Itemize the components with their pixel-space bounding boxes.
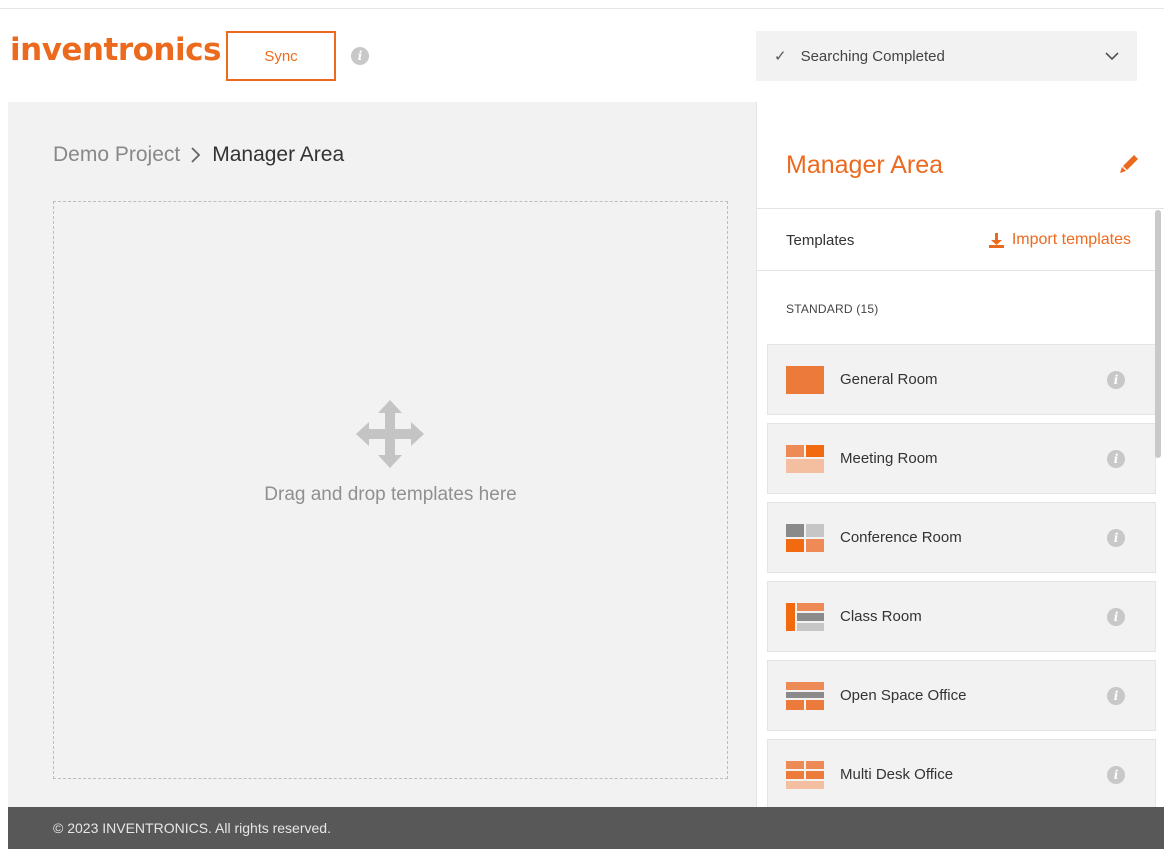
meeting-room-icon	[786, 445, 824, 473]
info-icon[interactable]: i	[1107, 450, 1125, 468]
template-label: Conference Room	[840, 529, 962, 546]
info-icon[interactable]: i	[1107, 766, 1125, 784]
template-label: Open Space Office	[840, 687, 967, 704]
template-item-class-room[interactable]: Class Room i	[767, 581, 1156, 652]
info-icon[interactable]: i	[351, 47, 369, 65]
template-item-conference-room[interactable]: Conference Room i	[767, 502, 1156, 573]
template-dropzone[interactable]: Drag and drop templates here	[53, 201, 728, 779]
standard-section-label: STANDARD (15)	[786, 302, 879, 316]
panel-title: Manager Area	[786, 151, 944, 179]
copyright-text: © 2023 INVENTRONICS. All rights reserved…	[53, 820, 331, 836]
left-edge	[0, 102, 8, 807]
download-icon	[988, 232, 1004, 248]
divider	[757, 208, 1164, 209]
inventronics-logo[interactable]: inventronics	[10, 32, 221, 68]
general-room-icon	[786, 366, 824, 394]
top-edge	[0, 0, 1164, 9]
template-item-general-room[interactable]: General Room i	[767, 344, 1156, 415]
template-label: Multi Desk Office	[840, 766, 954, 783]
info-icon[interactable]: i	[1107, 608, 1125, 626]
templates-label: Templates	[786, 232, 855, 249]
templates-panel: Manager Area Templates Import templates …	[756, 102, 1164, 807]
search-status-dropdown[interactable]: ✓ Searching Completed	[756, 31, 1137, 81]
import-templates-link[interactable]: Import templates	[988, 231, 1131, 249]
templates-header: Templates Import templates	[786, 231, 1131, 253]
sync-button[interactable]: Sync	[226, 31, 336, 81]
pencil-icon[interactable]	[1119, 152, 1141, 174]
breadcrumb: Demo Project Manager Area	[53, 143, 344, 167]
info-icon[interactable]: i	[1107, 371, 1125, 389]
open-space-office-icon	[786, 682, 824, 710]
template-item-meeting-room[interactable]: Meeting Room i	[767, 423, 1156, 494]
template-label: General Room	[840, 371, 938, 388]
info-icon[interactable]: i	[1107, 687, 1125, 705]
divider	[757, 270, 1157, 271]
multi-desk-office-icon	[786, 761, 824, 789]
search-status-text: Searching Completed	[800, 47, 945, 65]
chevron-down-icon	[1105, 52, 1119, 61]
import-templates-label: Import templates	[1011, 231, 1131, 248]
conference-room-icon	[786, 524, 824, 552]
class-room-icon	[786, 603, 824, 631]
move-icon	[356, 400, 424, 468]
left-edge	[0, 807, 8, 849]
main-canvas: Demo Project Manager Area Drag and drop …	[8, 102, 756, 807]
breadcrumb-current: Manager Area	[212, 143, 345, 166]
dropzone-hint: Drag and drop templates here	[264, 484, 517, 505]
header-bar: inventronics Sync i ✓ Searching Complete…	[0, 10, 1164, 102]
panel-scrollbar[interactable]	[1155, 210, 1161, 458]
breadcrumb-project[interactable]: Demo Project	[53, 143, 180, 167]
footer: © 2023 INVENTRONICS. All rights reserved…	[8, 807, 1164, 849]
checkmark-icon: ✓	[774, 48, 787, 65]
template-item-multi-desk-office[interactable]: Multi Desk Office i	[767, 739, 1156, 807]
template-list: General Room i Meeting Room i Conference…	[767, 344, 1156, 807]
template-label: Meeting Room	[840, 450, 938, 467]
info-icon[interactable]: i	[1107, 529, 1125, 547]
chevron-right-icon	[191, 147, 201, 163]
template-item-open-space-office[interactable]: Open Space Office i	[767, 660, 1156, 731]
template-label: Class Room	[840, 608, 922, 625]
